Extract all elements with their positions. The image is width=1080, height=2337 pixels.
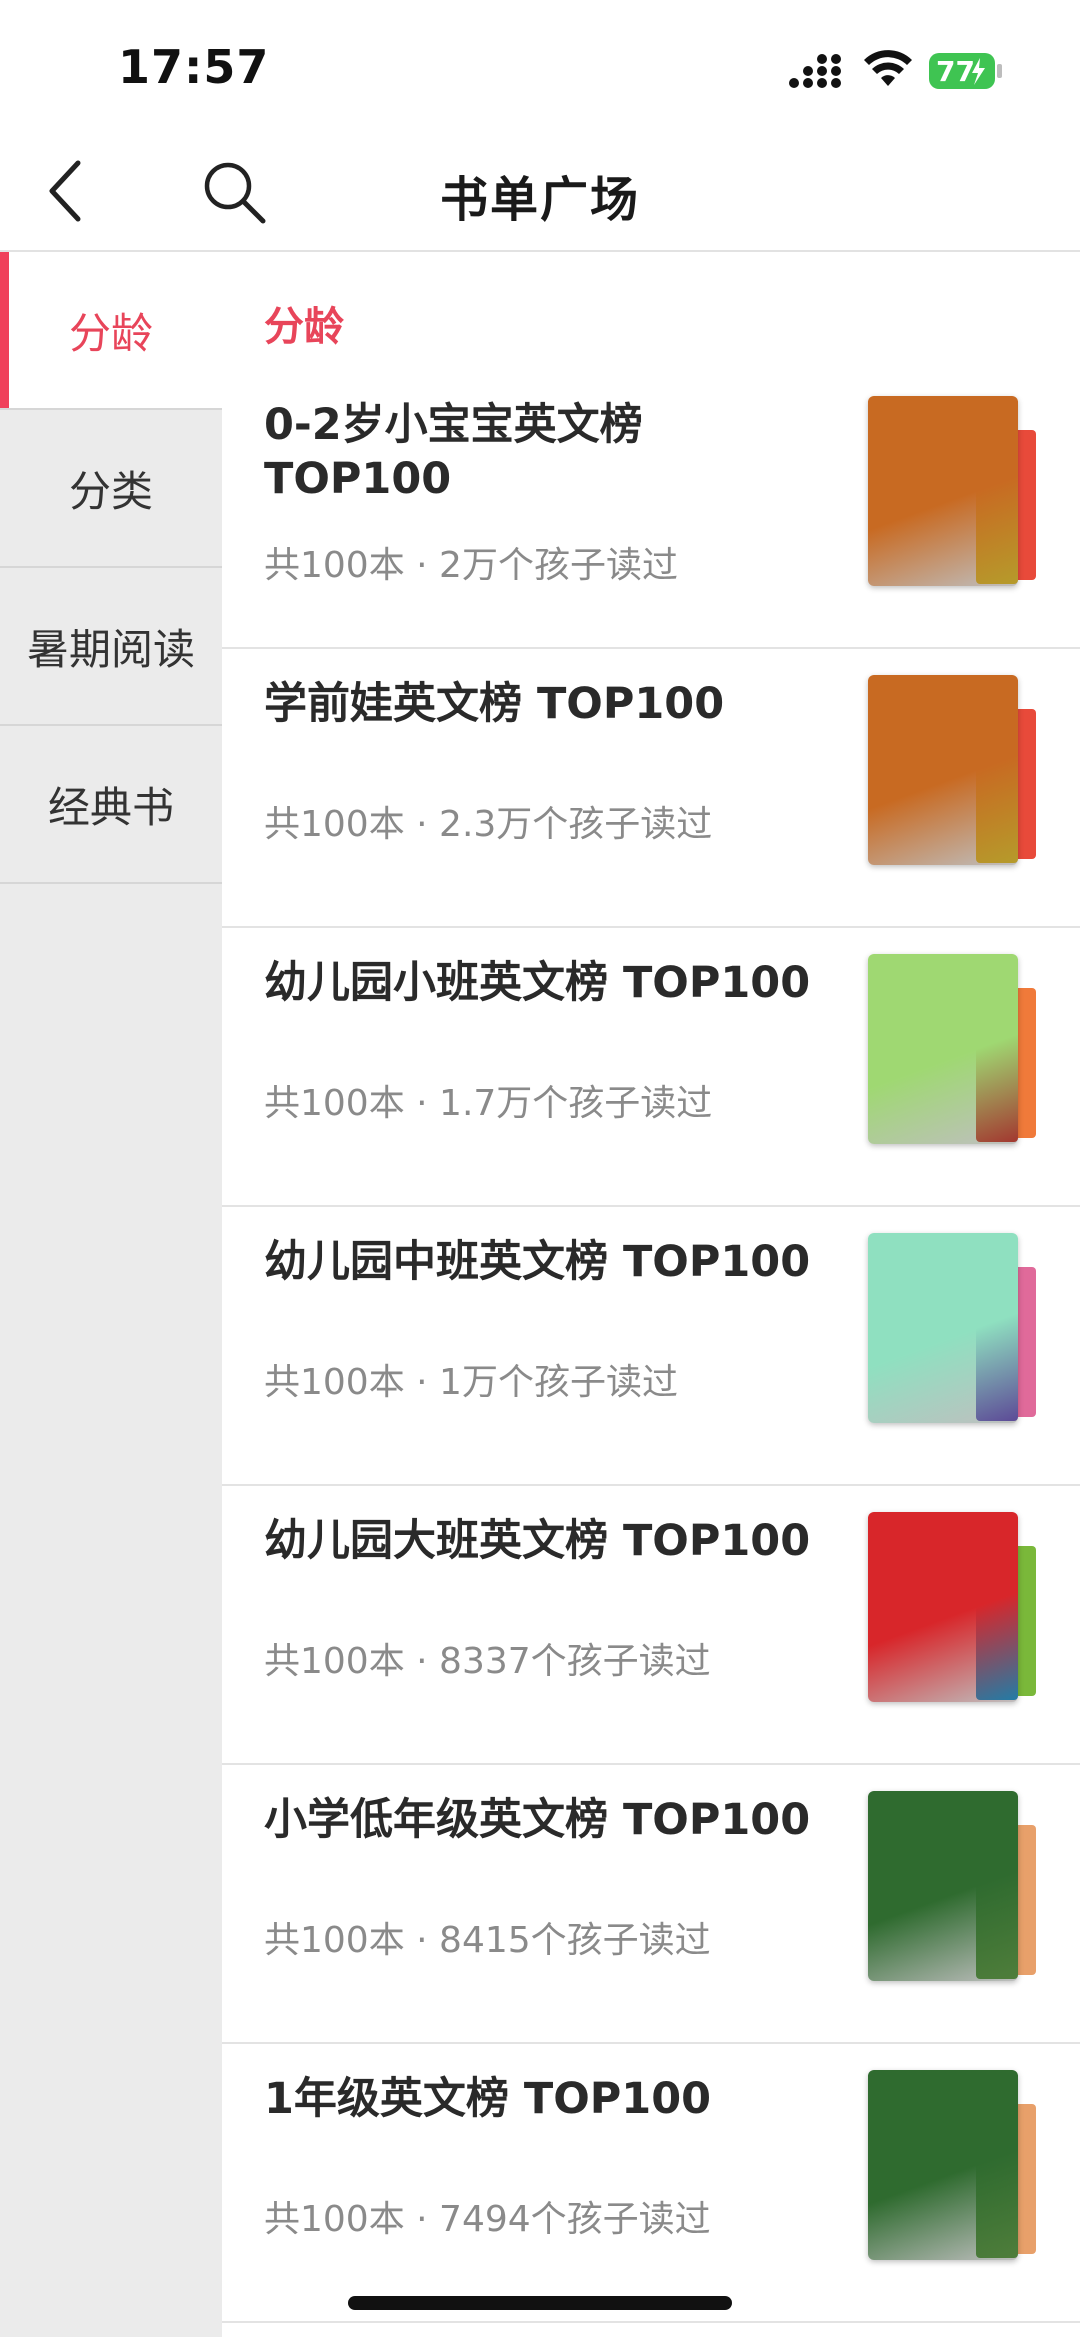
book-cover-image: [844, 1227, 1058, 1427]
section-title: 分龄: [264, 304, 344, 350]
list-item[interactable]: 1年级英文榜 TOP100 共100本 · 7494个孩子读过: [222, 2044, 1080, 2323]
booklist-meta: 共100本 · 8415个孩子读过: [264, 1920, 711, 1961]
cellular-signal-icon: [789, 54, 841, 88]
list-item[interactable]: 幼儿园小班英文榜 TOP100 共100本 · 1.7万个孩子读过: [222, 928, 1080, 1207]
book-cover-image: [844, 1506, 1058, 1706]
booklist-title: 幼儿园中班英文榜 TOP100: [264, 1237, 811, 1287]
status-time: 17:57: [118, 40, 270, 94]
sidebar-item-label: 分类: [68, 466, 153, 516]
list-item[interactable]: 学前娃英文榜 TOP100 共100本 · 2.3万个孩子读过: [222, 649, 1080, 928]
booklist-meta: 共100本 · 7494个孩子读过: [264, 2199, 711, 2240]
list-item[interactable]: 幼儿园中班英文榜 TOP100 共100本 · 1万个孩子读过: [222, 1207, 1080, 1486]
sidebar-item-category[interactable]: 分类: [0, 410, 222, 568]
booklist-panel: 分龄 0-2岁小宝宝英文榜 TOP100 共100本 · 2万个孩子读过 学前娃…: [222, 252, 1080, 2337]
wifi-icon: [864, 50, 912, 86]
booklist-meta: 共100本 · 2万个孩子读过: [264, 545, 678, 586]
book-cover-image: [844, 669, 1058, 869]
booklist-title: 幼儿园小班英文榜 TOP100: [264, 958, 811, 1008]
book-cover-image: [844, 948, 1058, 1148]
category-sidebar: 分龄 分类 暑期阅读 经典书: [0, 252, 222, 2337]
booklist: 0-2岁小宝宝英文榜 TOP100 共100本 · 2万个孩子读过 学前娃英文榜…: [222, 370, 1080, 2323]
list-item[interactable]: 幼儿园大班英文榜 TOP100 共100本 · 8337个孩子读过: [222, 1486, 1080, 1765]
screen: 17:57 77 书单广场 分龄 分类 暑期阅读 经典书 分龄 0-2岁小宝宝英…: [0, 0, 1080, 2337]
status-bar: 17:57 77: [0, 0, 1080, 130]
battery-level: 77: [936, 55, 975, 88]
booklist-meta: 共100本 · 1.7万个孩子读过: [264, 1083, 713, 1124]
booklist-meta: 共100本 · 2.3万个孩子读过: [264, 804, 713, 845]
sidebar-item-by-age[interactable]: 分龄: [0, 252, 222, 410]
sidebar-item-label: 暑期阅读: [26, 624, 195, 674]
booklist-title: 幼儿园大班英文榜 TOP100: [264, 1516, 811, 1566]
booklist-title: 小学低年级英文榜 TOP100: [264, 1795, 811, 1845]
sidebar-item-classics[interactable]: 经典书: [0, 726, 222, 884]
page-title: 书单广场: [439, 172, 640, 228]
booklist-meta: 共100本 · 1万个孩子读过: [264, 1362, 678, 1403]
booklist-title: 0-2岁小宝宝英文榜 TOP100: [264, 400, 643, 504]
nav-bar: 书单广场: [0, 130, 1080, 252]
book-cover-image: [844, 2064, 1058, 2264]
book-cover-image: [844, 1785, 1058, 1985]
battery-icon: 77: [928, 50, 1004, 92]
sidebar-item-summer-reading[interactable]: 暑期阅读: [0, 568, 222, 726]
book-cover-image: [844, 390, 1058, 590]
home-indicator[interactable]: [348, 2296, 732, 2310]
booklist-title: 学前娃英文榜 TOP100: [264, 679, 725, 729]
booklist-title: 1年级英文榜 TOP100: [264, 2074, 712, 2124]
list-item[interactable]: 小学低年级英文榜 TOP100 共100本 · 8415个孩子读过: [222, 1765, 1080, 2044]
sidebar-item-label: 分龄: [68, 308, 153, 358]
sidebar-item-label: 经典书: [47, 782, 174, 832]
booklist-meta: 共100本 · 8337个孩子读过: [264, 1641, 711, 1682]
list-item[interactable]: 0-2岁小宝宝英文榜 TOP100 共100本 · 2万个孩子读过: [222, 370, 1080, 649]
